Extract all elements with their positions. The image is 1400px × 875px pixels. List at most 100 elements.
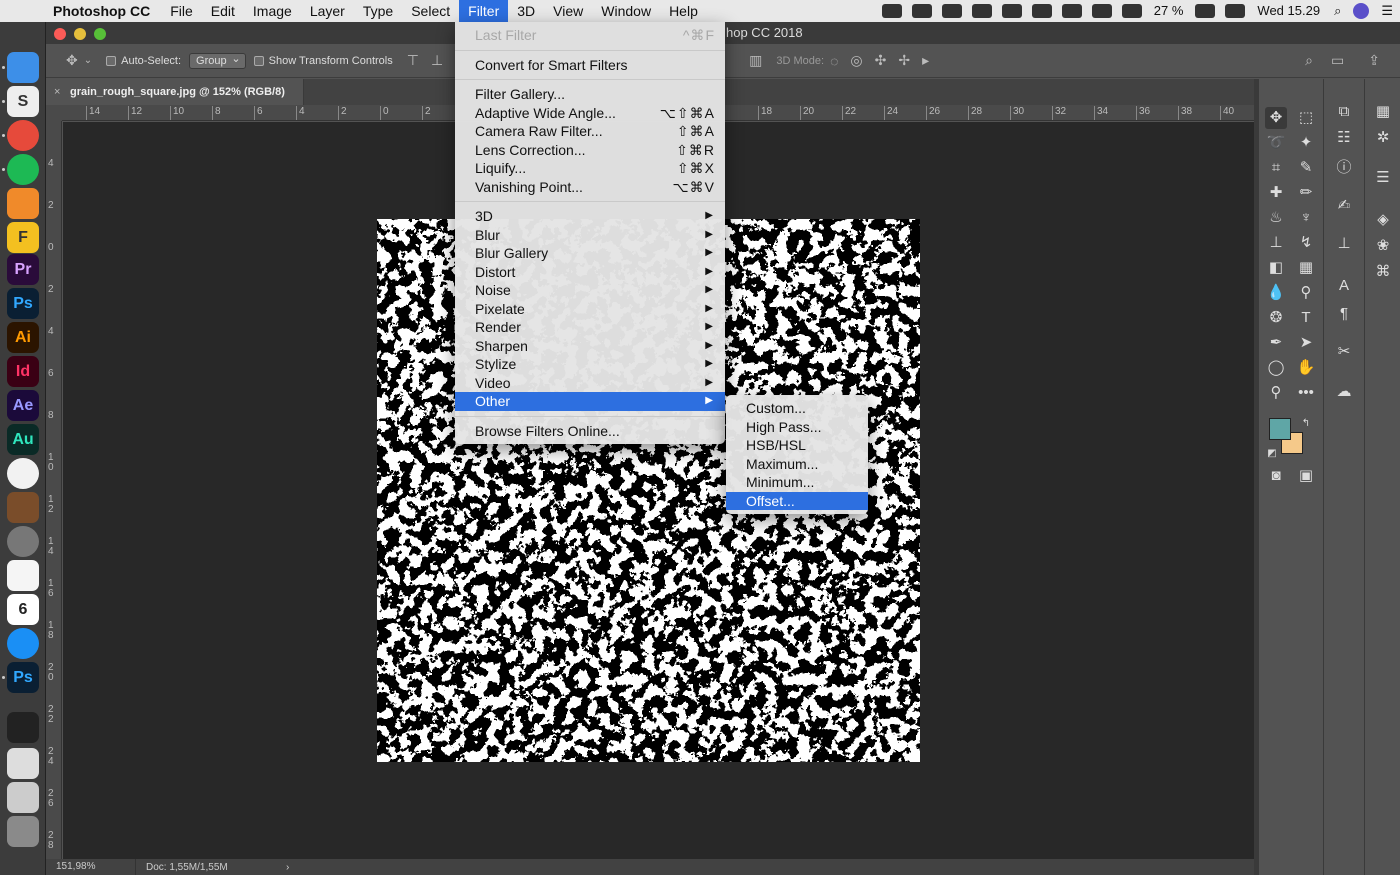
spaces-icon[interactable] bbox=[971, 4, 992, 18]
notification-center-icon[interactable]: ☰ bbox=[1374, 0, 1400, 22]
transmit-icon[interactable] bbox=[7, 188, 39, 219]
properties-panel-icon[interactable]: ☷ bbox=[1333, 127, 1355, 149]
layers-panel-icon[interactable]: ◈ bbox=[1372, 209, 1394, 231]
menu-type[interactable]: Type bbox=[354, 0, 402, 22]
menu-layer[interactable]: Layer bbox=[301, 0, 354, 22]
paths-panel-icon[interactable]: ⌘ bbox=[1372, 261, 1394, 283]
healing-brush-tool-icon[interactable]: ✚ bbox=[1265, 182, 1287, 204]
brush-settings-panel-icon[interactable]: ✍ bbox=[1333, 195, 1355, 217]
menu-file[interactable]: File bbox=[161, 0, 202, 22]
filter-item-blur-gallery[interactable]: Blur Gallery ▶ bbox=[455, 244, 725, 263]
filter-item-browse-filters-online[interactable]: Browse Filters Online... bbox=[455, 422, 725, 441]
menu-image[interactable]: Image bbox=[244, 0, 301, 22]
show-transform-checkbox[interactable] bbox=[253, 55, 264, 66]
3d-roll-icon[interactable]: ◎ bbox=[850, 52, 862, 69]
history-panel-icon[interactable]: ⧉ bbox=[1333, 101, 1355, 123]
filter-item-other[interactable]: Other ▶ bbox=[455, 392, 725, 411]
finder-icon[interactable] bbox=[7, 52, 39, 83]
marquee-tool-icon[interactable]: ⬚ bbox=[1295, 107, 1317, 129]
ellipse-tool-icon[interactable]: ◯ bbox=[1265, 357, 1287, 379]
info-panel-icon[interactable]: ⓘ bbox=[1333, 157, 1355, 179]
photos-icon[interactable] bbox=[7, 458, 39, 489]
filter-item-sharpen[interactable]: Sharpen ▶ bbox=[455, 337, 725, 356]
filter-item-adaptive-wide-angle[interactable]: Adaptive Wide Angle... ⌥⇧⌘A bbox=[455, 104, 725, 123]
battery-icon[interactable] bbox=[1195, 4, 1216, 18]
screenshot-stack-icon[interactable] bbox=[7, 748, 39, 779]
premiere-icon[interactable]: Pr bbox=[7, 254, 39, 285]
menu-select[interactable]: Select bbox=[402, 0, 459, 22]
close-window-button[interactable] bbox=[54, 28, 66, 40]
zoom-tool-icon[interactable]: ⚲ bbox=[1265, 382, 1287, 404]
documents-stack-icon[interactable] bbox=[7, 782, 39, 813]
status-menu-arrow[interactable]: › bbox=[286, 862, 289, 873]
menu-window[interactable]: Window bbox=[592, 0, 660, 22]
brush-tool-icon[interactable]: ♆ bbox=[1295, 207, 1317, 229]
filter-item-camera-raw-filter[interactable]: Camera Raw Filter... ⇧⌘A bbox=[455, 122, 725, 141]
tool-presets-panel-icon[interactable]: ✂ bbox=[1333, 341, 1355, 363]
paragraph-panel-icon[interactable]: ¶ bbox=[1333, 303, 1355, 325]
airplay-icon[interactable] bbox=[1001, 4, 1022, 18]
pen-tool-icon[interactable]: ✒ bbox=[1265, 332, 1287, 354]
app-name-menu[interactable]: Photoshop CC bbox=[36, 3, 161, 19]
document-tab[interactable]: × grain_rough_square.jpg @ 152% (RGB/8) bbox=[46, 79, 304, 105]
filter-item-lens-correction[interactable]: Lens Correction... ⇧⌘R bbox=[455, 141, 725, 160]
gradient-tool-icon[interactable]: ▦ bbox=[1295, 257, 1317, 279]
menu-edit[interactable]: Edit bbox=[202, 0, 244, 22]
align-top-icon[interactable]: ⊤ bbox=[407, 52, 419, 69]
illustrator-icon[interactable]: Ai bbox=[7, 322, 39, 353]
calendar-dock-icon[interactable]: 6 bbox=[7, 594, 39, 625]
filter-item-render[interactable]: Render ▶ bbox=[455, 318, 725, 337]
fontself-icon[interactable]: F bbox=[7, 222, 39, 253]
other-item-high-pass[interactable]: High Pass... bbox=[726, 418, 868, 437]
type-tool-icon[interactable]: T bbox=[1295, 307, 1317, 329]
align-middle-icon[interactable]: ⊥ bbox=[431, 52, 443, 69]
other-item-hsb-hsl[interactable]: HSB/HSL bbox=[726, 436, 868, 455]
photoshop-icon[interactable]: Ps bbox=[7, 288, 39, 319]
spotlight-icon[interactable]: ⌕ bbox=[1327, 0, 1348, 22]
character-panel-icon[interactable]: A bbox=[1333, 275, 1355, 297]
3d-slide-icon[interactable]: ✢ bbox=[898, 52, 910, 69]
filter-item-distort[interactable]: Distort ▶ bbox=[455, 263, 725, 282]
foreground-color-swatch[interactable] bbox=[1269, 418, 1291, 440]
volume-icon[interactable] bbox=[1121, 4, 1142, 18]
clock[interactable]: Wed 15.29 bbox=[1250, 0, 1327, 22]
filter-item-pixelate[interactable]: Pixelate ▶ bbox=[455, 300, 725, 319]
lasso-tool-icon[interactable]: ➰ bbox=[1265, 132, 1287, 154]
creative-cloud-icon[interactable] bbox=[911, 4, 932, 18]
color-panel-icon[interactable]: ✲ bbox=[1372, 127, 1394, 149]
auto-select-dropdown[interactable]: Group bbox=[189, 52, 246, 69]
quick-mask-icon[interactable]: ◙ bbox=[1265, 465, 1287, 487]
display-icon[interactable] bbox=[941, 4, 962, 18]
other-item-offset[interactable]: Offset... bbox=[726, 491, 868, 510]
search-icon[interactable]: ⌕ bbox=[1305, 52, 1313, 69]
dodge-tool-icon[interactable]: ⚲ bbox=[1295, 282, 1317, 304]
filter-item-vanishing-point[interactable]: Vanishing Point... ⌥⌘V bbox=[455, 178, 725, 197]
sponge-tool-icon[interactable]: ❂ bbox=[1265, 307, 1287, 329]
magic-wand-tool-icon[interactable]: ✦ bbox=[1295, 132, 1317, 154]
menu-filter[interactable]: Filter bbox=[459, 0, 509, 22]
audition-icon[interactable]: Au bbox=[7, 424, 39, 455]
stamp-tool-icon[interactable]: ⊥ bbox=[1265, 232, 1287, 254]
adjustments-panel-icon[interactable]: ☰ bbox=[1372, 167, 1394, 189]
pencil-tool-icon[interactable]: ✏ bbox=[1295, 182, 1317, 204]
3d-orbit-icon[interactable]: ◌ bbox=[830, 53, 838, 69]
cocktail-icon[interactable] bbox=[7, 492, 39, 523]
other-item-custom[interactable]: Custom... bbox=[726, 399, 868, 418]
time-machine-icon[interactable] bbox=[1031, 4, 1052, 18]
chrome-icon[interactable] bbox=[7, 120, 39, 151]
chevron-down-icon[interactable]: ⌄ bbox=[84, 55, 92, 66]
spotify-icon[interactable] bbox=[7, 154, 39, 185]
auto-select-checkbox[interactable] bbox=[106, 55, 117, 66]
ruler-corner[interactable] bbox=[46, 105, 62, 121]
minimize-window-button[interactable] bbox=[74, 28, 86, 40]
filter-item-filter-gallery[interactable]: Filter Gallery... bbox=[455, 85, 725, 104]
workspace-icon[interactable]: ▭ bbox=[1331, 52, 1344, 69]
menu-help[interactable]: Help bbox=[660, 0, 707, 22]
history-brush-tool-icon[interactable]: ↯ bbox=[1295, 232, 1317, 254]
siri-icon[interactable] bbox=[1353, 3, 1370, 19]
downloads-stack-icon[interactable] bbox=[7, 712, 39, 743]
filter-item-stylize[interactable]: Stylize ▶ bbox=[455, 355, 725, 374]
channels-panel-icon[interactable]: ❀ bbox=[1372, 235, 1394, 257]
bluetooth-icon[interactable] bbox=[1061, 4, 1082, 18]
indesign-icon[interactable]: Id bbox=[7, 356, 39, 387]
